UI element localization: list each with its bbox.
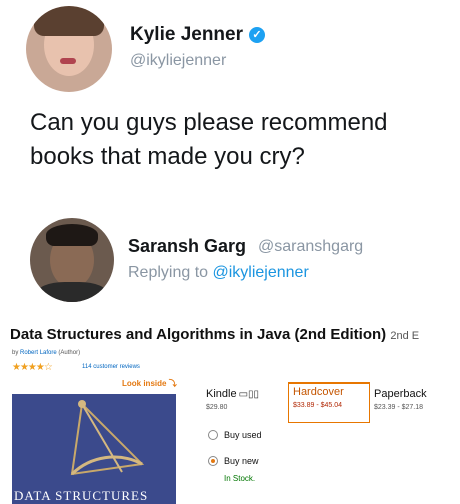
paperback-price: $23.39 - $27.18 [374, 404, 424, 411]
tweet-text: Can you guys please recommend books that… [30, 109, 388, 170]
amazon-product-panel: Data Structures and Algorithms in Java (… [0, 318, 460, 504]
stock-status: In Stock. [224, 474, 256, 483]
book-cover-image[interactable]: DATA STRUCTURES [12, 394, 176, 504]
buy-new-label: Buy new [224, 456, 259, 466]
author-name-text: Kylie Jenner [130, 24, 243, 45]
format-kindle[interactable]: Kindle ▭▯▯ $29.80 [206, 388, 280, 422]
buy-new-option[interactable]: Buy new [208, 456, 259, 466]
reply-name-text: Saransh Garg [128, 236, 247, 256]
product-title-suffix: 2nd E [390, 330, 420, 342]
product-title-text: Data Structures and Algorithms in Java (… [10, 326, 387, 343]
rating-stars-icon[interactable]: ★★★★☆ [12, 362, 53, 373]
radio-new[interactable] [208, 456, 218, 466]
product-byline: by Robert Lafore (Author) [12, 350, 80, 356]
replying-prefix: Replying to [128, 264, 209, 281]
byline-prefix: by [12, 350, 19, 356]
author-role: (Author) [58, 350, 81, 356]
replying-to-link[interactable]: @ikyliejenner [213, 264, 309, 281]
look-inside-link[interactable]: Look inside ⤵ [122, 378, 177, 389]
buy-used-label: Buy used [224, 430, 262, 440]
author-link[interactable]: Robert Lafore [20, 350, 57, 356]
paperback-label: Paperback [374, 388, 427, 400]
hardcover-label: Hardcover [293, 386, 344, 398]
buy-used-option[interactable]: Buy used [208, 430, 262, 440]
product-title: Data Structures and Algorithms in Java (… [10, 326, 419, 343]
reviews-link[interactable]: 114 customer reviews [82, 364, 140, 370]
tweet-author-handle[interactable]: @ikyliejenner [130, 52, 226, 70]
avatar-kylie[interactable] [26, 6, 112, 92]
reply-author-name[interactable]: Saransh Garg [128, 236, 246, 257]
hardcover-price: $33.89 - $45.04 [293, 402, 343, 409]
device-icons: ▭▯▯ [238, 389, 260, 400]
kindle-label: Kindle [206, 388, 237, 400]
avatar-saransh[interactable] [30, 218, 114, 302]
verified-badge-icon: ✓ [249, 27, 265, 43]
radio-used[interactable] [208, 430, 218, 440]
kindle-price: $29.80 [206, 404, 228, 411]
format-paperback[interactable]: Paperback $23.39 - $27.18 [374, 388, 448, 422]
look-inside-text: Look inside [122, 379, 167, 388]
reply-author-handle[interactable]: @saranshgarg [258, 238, 363, 256]
arrow-down-icon: ⤵ [168, 379, 177, 388]
format-hardcover[interactable]: Hardcover $33.89 - $45.04 [288, 382, 370, 423]
cover-title-text: DATA STRUCTURES [14, 488, 149, 503]
replying-to-line: Replying to @ikyliejenner [128, 264, 309, 282]
tweet-author-name[interactable]: Kylie Jenner ✓ [130, 24, 265, 46]
